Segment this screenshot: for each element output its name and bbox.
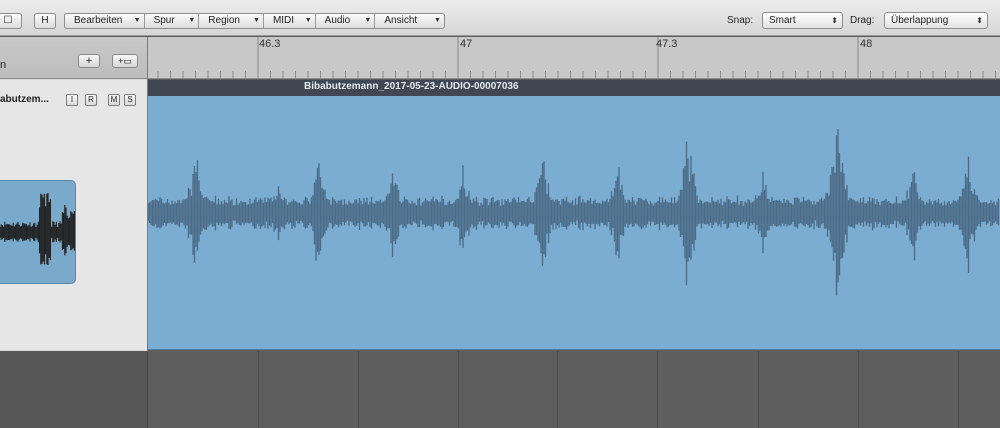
hide-button[interactable]: H [34,13,56,29]
empty-track-area[interactable] [0,351,1000,428]
grid-line [358,351,359,428]
bar-number: 46.3 [259,38,281,50]
track-name[interactable]: abutzem... [0,94,49,105]
grid-line [758,351,759,428]
drag-label: Drag: [850,15,875,26]
waveform-icon [0,193,75,265]
drag-select[interactable]: Überlappung ⬍ [884,12,988,29]
menu-bar: Bearbeiten ▼ Spur ▼ Region ▼ MIDI ▼ Audio ▼ A… [64,13,445,29]
bar-number: 48 [860,38,873,50]
track-list-title: n [0,59,7,71]
snap-label: Snap: [727,15,754,26]
chevron-down-icon: ▼ [434,17,441,24]
track-icon-waveform [0,180,76,284]
view-toggle-button[interactable]: ☐ [0,13,22,29]
record-enable-button[interactable]: R [85,94,97,106]
chevron-down-icon: ▼ [364,17,372,24]
chevron-down-icon: ▼ [188,17,196,24]
grid-line [458,351,459,428]
grid-line [657,351,658,428]
updown-arrows-icon: ⬍ [831,16,838,25]
bar-number: 47.3 [656,38,678,50]
solo-button[interactable]: S [124,94,136,106]
audio-region-name: Bibabutzemann_2017-05-23-AUDIO-00007036 [304,81,519,92]
audio-region-header[interactable]: Bibabutzemann_2017-05-23-AUDIO-00007036 [148,80,1000,96]
add-track-button[interactable]: + [78,54,100,68]
updown-arrows-icon: ⬍ [976,16,983,25]
track-list-header: n + +▭ [0,37,147,79]
mute-button[interactable]: M [108,94,120,106]
toolbar: ☐ H Bearbeiten ▼ Spur ▼ Region ▼ MIDI ▼ Audi… [0,0,1000,36]
input-monitor-button[interactable]: I [66,94,78,106]
snap-select[interactable]: Smart ⬍ [762,12,843,29]
chevron-down-icon: ▼ [253,17,260,24]
grid-line [858,351,859,428]
grid-line [557,351,558,428]
timeline-ruler[interactable]: 46.3 47 47.3 48 [148,37,1000,79]
add-folder-button[interactable]: +▭ [112,54,138,68]
chevron-down-icon: ▼ [133,17,141,24]
menu-midi[interactable]: MIDI ▼ [264,14,316,28]
menu-spur[interactable]: Spur ▼ [145,14,200,28]
grid-line [258,351,259,428]
menu-audio[interactable]: Audio ▼ [316,14,376,28]
chevron-down-icon: ▼ [304,17,312,24]
menu-ansicht[interactable]: Ansicht ▼ [375,14,444,28]
menu-bearbeiten[interactable]: Bearbeiten ▼ [65,14,145,28]
view-toggle-icon: ☐ [3,15,13,26]
empty-track-list-area [0,351,148,428]
track-header[interactable]: abutzem... I R M S [0,80,147,350]
audio-region[interactable] [148,96,1000,350]
menu-region[interactable]: Region ▼ [199,14,264,28]
grid-line [958,351,959,428]
track-list-panel: n + +▭ abutzem... I R M S [0,37,148,351]
bar-number: 47 [460,38,473,50]
audio-waveform [148,129,1000,296]
